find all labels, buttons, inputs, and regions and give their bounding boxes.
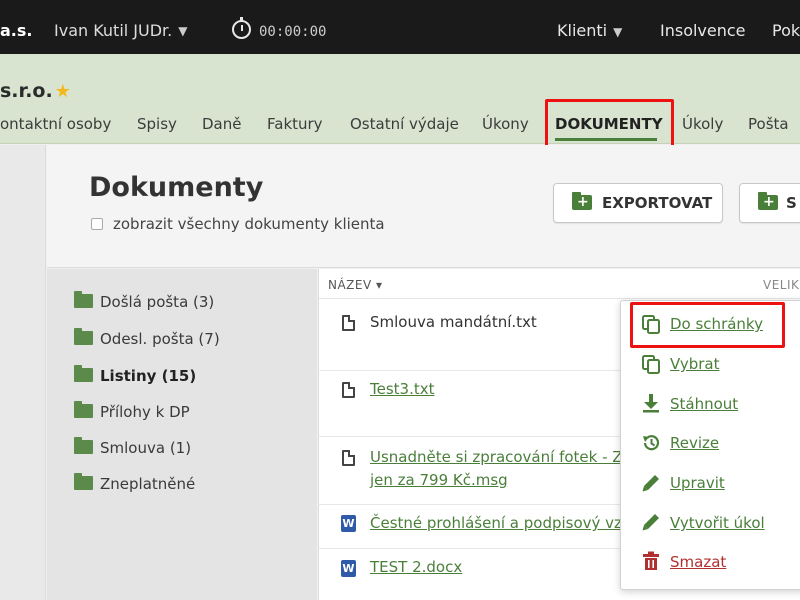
- folder-label: Listiny (15): [100, 367, 197, 385]
- export-button-label: EXPORTOVAT: [602, 194, 713, 212]
- column-header-size[interactable]: VELIK: [763, 278, 799, 292]
- folder-icon: [74, 290, 93, 308]
- nav-klienti[interactable]: Klienti ▼: [557, 0, 622, 54]
- folder-label: Zneplatněné: [100, 475, 196, 493]
- brand-label[interactable]: a.s.: [0, 0, 32, 54]
- file-row-name[interactable]: Smlouva mandátní.txt: [370, 311, 537, 334]
- chevron-down-icon: ▼: [613, 25, 623, 39]
- user-name: Ivan Kutil JUDr.: [54, 21, 173, 40]
- folder-item-odesl-posta[interactable]: Odesl. pošta (7): [74, 327, 220, 348]
- client-name: s.r.o. ★: [0, 80, 71, 102]
- folder-icon: [74, 364, 93, 382]
- timer-widget[interactable]: 00:00:00: [232, 0, 326, 54]
- second-button-label: S: [786, 194, 797, 212]
- text-file-icon: [342, 315, 355, 331]
- nav-pok[interactable]: Pok: [772, 0, 800, 54]
- menu-item-stahnout[interactable]: Stáhnout: [670, 395, 738, 413]
- highlight-box-tab: [545, 99, 674, 151]
- tab-posta[interactable]: Pošta: [748, 115, 789, 133]
- nav-klienti-label: Klienti: [557, 21, 608, 40]
- word-document-icon: W: [341, 515, 356, 532]
- menu-item-vytvorit-ukol[interactable]: Vytvořit úkol: [670, 514, 765, 532]
- folder-plus-icon: [758, 183, 778, 221]
- folder-label: Došlá pošta (3): [100, 293, 215, 311]
- menu-item-upravit[interactable]: Upravit: [670, 474, 725, 492]
- column-header-name[interactable]: NÁZEV ▾: [328, 278, 383, 292]
- nav-insolvence[interactable]: Insolvence: [660, 0, 746, 54]
- folder-icon: [74, 400, 93, 418]
- folder-item-listiny[interactable]: Listiny (15): [74, 364, 197, 385]
- folder-list: [47, 269, 317, 600]
- history-icon: [643, 435, 660, 451]
- tab-dane[interactable]: Daně: [202, 115, 241, 133]
- star-icon[interactable]: ★: [55, 81, 71, 102]
- folder-icon: [74, 472, 93, 490]
- word-document-icon: W: [341, 560, 356, 577]
- folder-label: Odesl. pošta (7): [100, 330, 220, 348]
- tab-faktury[interactable]: Faktury: [267, 115, 323, 133]
- export-button[interactable]: EXPORTOVAT: [553, 183, 723, 223]
- mail-file-icon: [342, 450, 355, 466]
- second-action-button[interactable]: S: [739, 183, 800, 223]
- folder-plus-icon: [572, 183, 592, 221]
- file-row-name[interactable]: TEST 2.docx: [370, 556, 462, 579]
- folder-item-smlouva[interactable]: Smlouva (1): [74, 436, 192, 457]
- show-all-label[interactable]: zobrazit všechny dokumenty klienta: [113, 215, 385, 233]
- download-icon: [643, 394, 659, 413]
- chevron-down-icon: ▼: [178, 24, 188, 38]
- column-header-divider: [318, 298, 800, 299]
- highlight-box-menu-item: [630, 302, 785, 348]
- file-row-name-line1[interactable]: Usnadněte si zpracování fotek - Z: [370, 446, 623, 469]
- folder-item-prilohy-k-dp[interactable]: Přílohy k DP: [74, 400, 190, 421]
- pencil-icon: [642, 514, 659, 531]
- tab-spisy[interactable]: Spisy: [137, 115, 177, 133]
- file-row-name-line2[interactable]: jen za 799 Kč.msg: [370, 469, 508, 492]
- folder-item-zneplatnene[interactable]: Zneplatněné: [74, 472, 196, 493]
- folder-label: Smlouva (1): [100, 439, 192, 457]
- menu-item-revize[interactable]: Revize: [670, 434, 719, 452]
- page-title: Dokumenty: [89, 172, 264, 203]
- menu-item-vybrat[interactable]: Vybrat: [670, 355, 720, 373]
- top-navigation-bar: a.s. Ivan Kutil JUDr. ▼ 00:00:00 Klienti ▼…: [0, 0, 800, 54]
- folder-icon: [74, 436, 93, 454]
- file-row-name[interactable]: Test3.txt: [370, 378, 435, 401]
- timer-value: 00:00:00: [259, 24, 327, 40]
- text-file-icon: [342, 382, 355, 398]
- tab-kontaktni-osoby[interactable]: ontaktní osoby: [0, 115, 111, 133]
- user-menu[interactable]: Ivan Kutil JUDr. ▼: [54, 0, 187, 54]
- folder-icon: [74, 327, 93, 345]
- show-all-checkbox[interactable]: [91, 218, 103, 230]
- file-row-name[interactable]: Čestné prohlášení a podpisový vz: [370, 512, 622, 535]
- tab-ukony[interactable]: Úkony: [482, 115, 529, 133]
- client-name-text: s.r.o.: [0, 80, 53, 102]
- tab-ostatni-vydaje[interactable]: Ostatní výdaje: [350, 115, 459, 133]
- trash-icon: [643, 551, 659, 570]
- pencil-icon: [642, 475, 659, 492]
- menu-item-smazat[interactable]: Smazat: [670, 553, 726, 571]
- tab-ukoly[interactable]: Úkoly: [682, 115, 723, 133]
- stopwatch-icon: [232, 17, 251, 39]
- left-sidebar-strip: [0, 145, 46, 600]
- copy-icon: [642, 355, 660, 374]
- folder-label: Přílohy k DP: [100, 403, 190, 421]
- folder-item-dosla-posta[interactable]: Došlá pošta (3): [74, 290, 215, 311]
